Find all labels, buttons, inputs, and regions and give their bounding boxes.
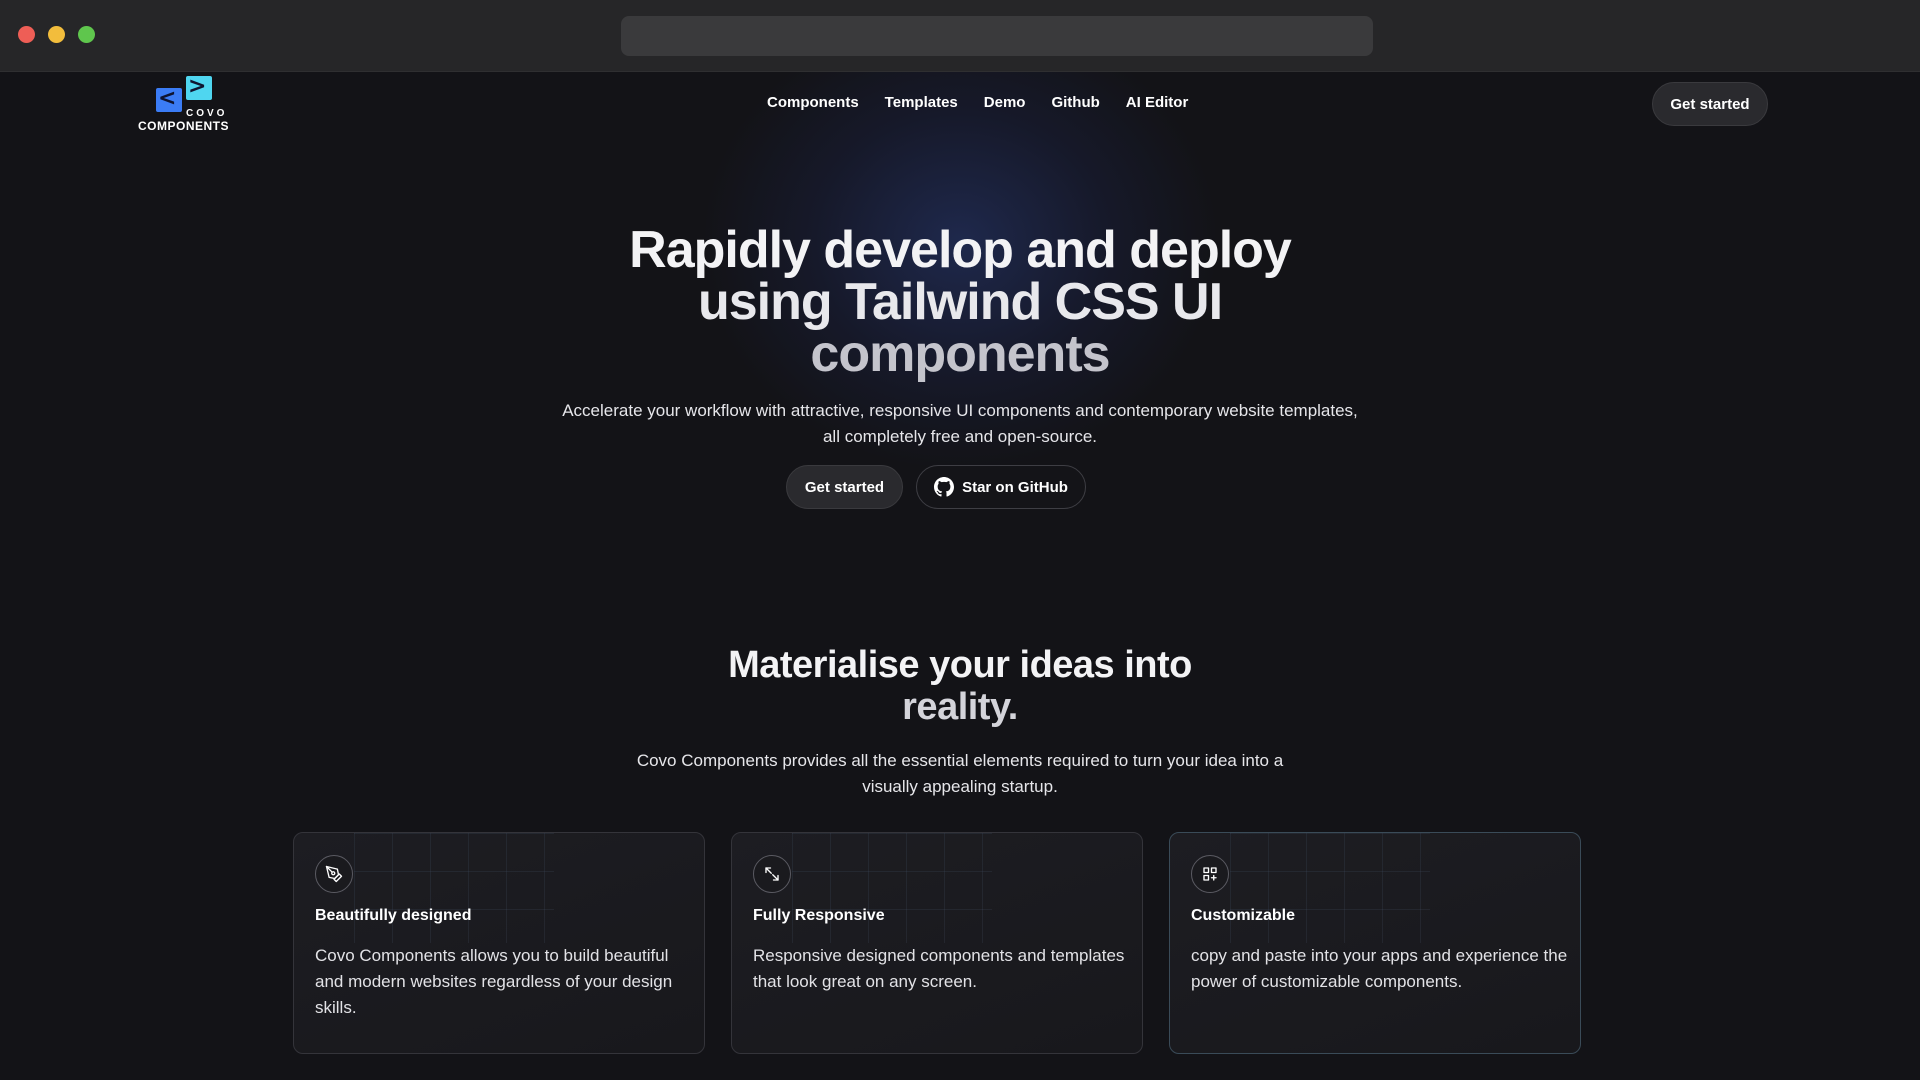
hero-subtitle: Accelerate your workflow with attractive… <box>562 401 1358 446</box>
minimize-window-button[interactable] <box>48 26 65 43</box>
pen-tool-icon <box>315 855 353 893</box>
features-title-line-2: reality. <box>902 686 1018 728</box>
hero-title-line-2: using Tailwind CSS UI <box>697 273 1223 331</box>
hero-actions: Get started Star on GitHub <box>786 465 1086 509</box>
main-nav: Components Templates Demo Github AI Edit… <box>767 94 1188 111</box>
webpage: < > COVO COMPONENTS Components Templates… <box>0 72 1920 1080</box>
maximize-window-button[interactable] <box>78 26 95 43</box>
feature-card-beautifully-designed: Beautifully designed Covo Components all… <box>293 832 705 1054</box>
features-title-line-1: Materialise your ideas into <box>728 644 1192 686</box>
address-bar[interactable] <box>621 16 1373 56</box>
close-window-button[interactable] <box>18 26 35 43</box>
card-grid-decoration <box>792 833 992 943</box>
feature-card-fully-responsive: Fully Responsive Responsive designed com… <box>731 832 1143 1054</box>
expand-icon <box>753 855 791 893</box>
features-subtitle: Covo Components provides all the essenti… <box>636 751 1284 796</box>
card-grid-decoration <box>354 833 554 943</box>
feature-card-text: Responsive designed components and templ… <box>753 946 1125 991</box>
logo-text-components: COMPONENTS <box>138 119 230 133</box>
star-on-github-label: Star on GitHub <box>962 478 1068 496</box>
feature-card-customizable: Customizable copy and paste into your ap… <box>1169 832 1581 1054</box>
hero-title: Rapidly develop and deploy using Tailwin… <box>460 224 1460 380</box>
nav-link-templates[interactable]: Templates <box>885 94 958 111</box>
feature-card-title: Fully Responsive <box>753 907 885 924</box>
nav-get-started-button[interactable]: Get started <box>1652 82 1768 126</box>
star-on-github-button[interactable]: Star on GitHub <box>916 465 1086 509</box>
features-title: Materialise your ideas into reality. <box>560 644 1360 728</box>
github-icon <box>934 477 955 497</box>
feature-card-title: Beautifully designed <box>315 907 472 924</box>
window-titlebar <box>0 0 1920 72</box>
feature-cards: Beautifully designed Covo Components all… <box>293 832 1581 1054</box>
card-grid-decoration <box>1230 833 1430 943</box>
hero-get-started-button[interactable]: Get started <box>786 465 903 509</box>
hero-title-line-1: Rapidly develop and deploy <box>629 221 1292 279</box>
feature-card-title: Customizable <box>1191 907 1296 924</box>
nav-link-github[interactable]: Github <box>1051 94 1099 111</box>
grid-plus-icon <box>1191 855 1229 893</box>
nav-link-demo[interactable]: Demo <box>984 94 1026 111</box>
nav-link-ai-editor[interactable]: AI Editor <box>1126 94 1189 111</box>
covo-logo[interactable]: < > COVO COMPONENTS <box>138 74 238 134</box>
feature-card-text: copy and paste into your apps and experi… <box>1191 946 1568 991</box>
feature-card-text: Covo Components allows you to build beau… <box>315 946 673 1017</box>
nav-link-components[interactable]: Components <box>767 94 859 111</box>
hero-title-line-3: components <box>810 325 1110 383</box>
logo-text-covo: COVO <box>186 108 228 119</box>
